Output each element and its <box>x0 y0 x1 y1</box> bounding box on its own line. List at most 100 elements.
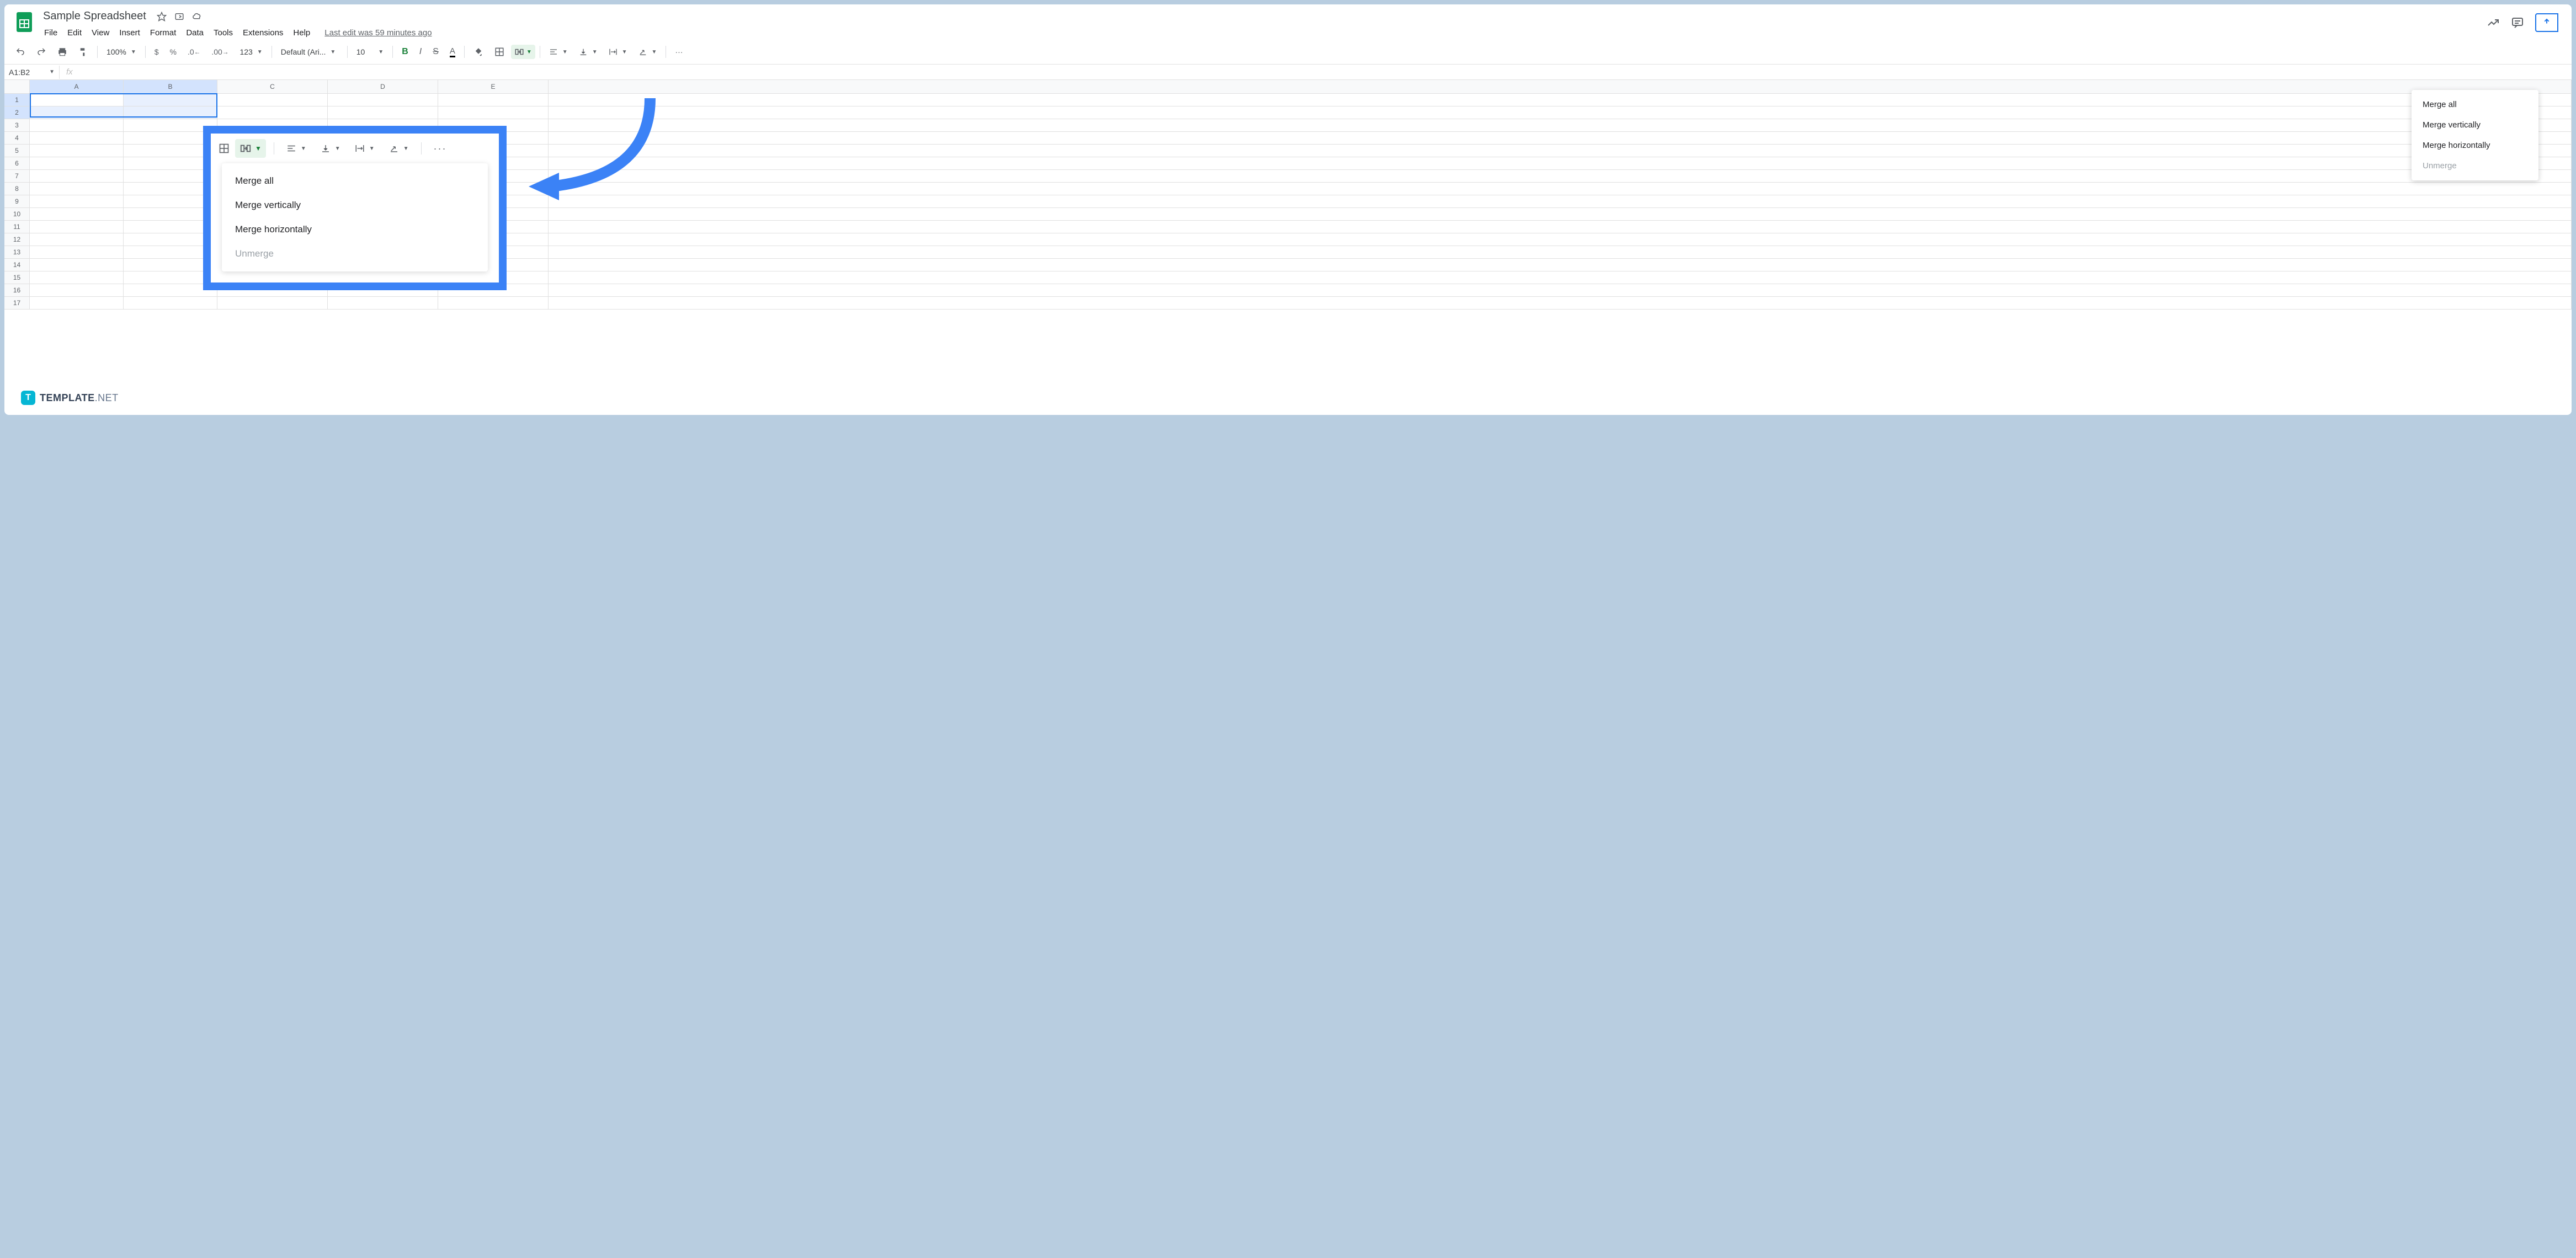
row-header[interactable]: 5 <box>4 145 30 157</box>
select-all-corner[interactable] <box>4 80 30 93</box>
cell[interactable] <box>30 284 124 296</box>
menu-file[interactable]: File <box>40 26 62 40</box>
column-header-D[interactable]: D <box>328 80 438 93</box>
activity-icon[interactable] <box>2487 16 2500 29</box>
number-format-dropdown[interactable]: 123▼ <box>235 45 267 58</box>
bold-button[interactable]: B <box>397 44 413 60</box>
cell[interactable] <box>30 94 124 106</box>
cell[interactable] <box>124 297 217 309</box>
merge-horizontally-item[interactable]: Merge horizontally <box>2412 135 2538 156</box>
cell[interactable] <box>549 183 2572 195</box>
redo-button[interactable] <box>32 44 51 60</box>
increase-decimal-button[interactable]: .00→ <box>207 44 233 60</box>
cell[interactable] <box>30 221 124 233</box>
cell[interactable] <box>328 94 438 106</box>
row-header[interactable]: 17 <box>4 297 30 309</box>
cell[interactable] <box>124 94 217 106</box>
borders-button[interactable] <box>490 44 509 60</box>
font-dropdown[interactable]: Default (Ari...▼ <box>276 45 343 58</box>
last-edit-link[interactable]: Last edit was 59 minutes ago <box>322 26 434 40</box>
column-header-E[interactable]: E <box>438 80 549 93</box>
fill-color-button[interactable] <box>469 44 488 60</box>
row-header[interactable]: 12 <box>4 233 30 246</box>
name-box[interactable]: A1:B2 ▼ <box>4 66 60 79</box>
percent-button[interactable]: % <box>166 44 181 60</box>
cell[interactable] <box>30 106 124 119</box>
callout-merge-button[interactable]: ▼ <box>235 139 266 158</box>
horizontal-align-button[interactable]: ▼ <box>545 45 572 58</box>
row-header[interactable]: 4 <box>4 132 30 144</box>
menu-extensions[interactable]: Extensions <box>238 26 288 40</box>
font-size-dropdown[interactable]: 10▼ <box>352 45 388 58</box>
cell[interactable] <box>30 119 124 131</box>
callout-merge-vertical[interactable]: Merge vertically <box>222 193 488 217</box>
star-icon[interactable] <box>156 11 167 22</box>
menu-format[interactable]: Format <box>146 26 181 40</box>
move-icon[interactable] <box>174 11 185 22</box>
menu-data[interactable]: Data <box>182 26 208 40</box>
row-header[interactable]: 2 <box>4 106 30 119</box>
merge-vertically-item[interactable]: Merge vertically <box>2412 115 2538 135</box>
cell[interactable] <box>438 106 549 119</box>
cell[interactable] <box>30 170 124 182</box>
cell[interactable] <box>30 195 124 207</box>
cell[interactable] <box>549 208 2572 220</box>
callout-halign[interactable]: ▼ <box>282 141 311 156</box>
paint-format-button[interactable] <box>74 44 93 60</box>
callout-more[interactable]: ··· <box>429 140 451 158</box>
cell[interactable] <box>549 259 2572 271</box>
currency-button[interactable]: $ <box>150 44 163 60</box>
cell[interactable] <box>549 170 2572 182</box>
menu-view[interactable]: View <box>87 26 114 40</box>
cell[interactable] <box>549 233 2572 246</box>
row-header[interactable]: 8 <box>4 183 30 195</box>
cell[interactable] <box>217 297 328 309</box>
undo-button[interactable] <box>11 44 30 60</box>
cell[interactable] <box>328 106 438 119</box>
row-header[interactable]: 7 <box>4 170 30 182</box>
cell[interactable] <box>549 297 2572 309</box>
cell[interactable] <box>549 246 2572 258</box>
menu-edit[interactable]: Edit <box>63 26 86 40</box>
zoom-dropdown[interactable]: 100%▼ <box>102 45 141 58</box>
row-header[interactable]: 15 <box>4 271 30 284</box>
cell[interactable] <box>30 157 124 169</box>
cell[interactable] <box>217 94 328 106</box>
cell[interactable] <box>30 271 124 284</box>
row-header[interactable]: 10 <box>4 208 30 220</box>
cell[interactable] <box>124 106 217 119</box>
menu-tools[interactable]: Tools <box>209 26 237 40</box>
cell[interactable] <box>328 297 438 309</box>
cell[interactable] <box>549 132 2572 144</box>
text-wrap-button[interactable]: ▼ <box>604 45 632 58</box>
callout-wrap[interactable]: ▼ <box>350 141 379 156</box>
share-button[interactable] <box>2535 13 2558 32</box>
callout-merge-all[interactable]: Merge all <box>222 169 488 193</box>
comments-icon[interactable] <box>2511 16 2524 29</box>
row-header[interactable]: 14 <box>4 259 30 271</box>
cell[interactable] <box>30 233 124 246</box>
text-rotation-button[interactable]: ▼ <box>634 45 662 58</box>
text-color-button[interactable]: A <box>445 43 460 61</box>
cell[interactable] <box>30 132 124 144</box>
cell[interactable] <box>438 94 549 106</box>
cloud-icon[interactable] <box>191 11 203 22</box>
row-header[interactable]: 16 <box>4 284 30 296</box>
print-button[interactable] <box>53 44 72 60</box>
row-header[interactable]: 9 <box>4 195 30 207</box>
cell[interactable] <box>549 284 2572 296</box>
row-header[interactable]: 11 <box>4 221 30 233</box>
decrease-decimal-button[interactable]: .0← <box>183 44 205 60</box>
column-header-A[interactable]: A <box>30 80 124 93</box>
callout-rotation[interactable]: ▼ <box>385 141 413 156</box>
menu-insert[interactable]: Insert <box>115 26 145 40</box>
cell[interactable] <box>549 94 2572 106</box>
cell[interactable] <box>549 157 2572 169</box>
cell[interactable] <box>549 119 2572 131</box>
cell[interactable] <box>549 195 2572 207</box>
document-title[interactable]: Sample Spreadsheet <box>40 9 150 24</box>
cell[interactable] <box>30 259 124 271</box>
column-header-C[interactable]: C <box>217 80 328 93</box>
cell[interactable] <box>549 145 2572 157</box>
cell[interactable] <box>549 271 2572 284</box>
